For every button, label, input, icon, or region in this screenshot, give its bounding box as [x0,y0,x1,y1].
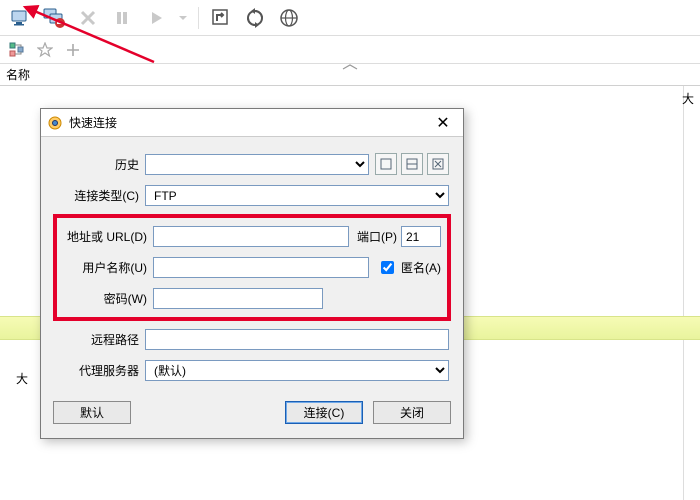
chevron-up-icon[interactable] [330,63,370,71]
history-select[interactable] [145,154,369,175]
history-btn-1[interactable] [375,153,397,175]
row-conntype: 连接类型(C) FTP [55,185,449,206]
refresh-icon[interactable] [207,4,235,32]
star-icon[interactable] [34,39,56,61]
size-label: 大 [16,370,28,387]
column-size-right: 大 [682,90,694,107]
connect-icon[interactable] [6,4,34,32]
conntype-label: 连接类型(C) [55,187,145,204]
history-label: 历史 [55,156,145,173]
username-label: 用户名称(U) [63,259,153,276]
column-header: 名称 [0,64,700,86]
toolbar-separator [198,7,199,29]
address-input[interactable] [153,226,349,247]
dialog-body: 历史 连接类型(C) FTP 地址或 URL(D) 端口(P) 用户名称(U) [41,137,463,395]
dialog-title: 快速连接 [69,114,423,131]
row-address: 地址或 URL(D) 端口(P) [63,226,441,247]
sync-icon[interactable] [241,4,269,32]
port-label: 端口(P) [349,228,401,245]
row-history: 历史 [55,153,449,175]
sub-toolbar [0,36,700,64]
remotepath-label: 远程路径 [55,331,145,348]
highlight-box: 地址或 URL(D) 端口(P) 用户名称(U) 匿名(A) 密码(W) [53,214,451,321]
close-button[interactable]: 关闭 [373,401,451,424]
connect-button[interactable]: 连接(C) [285,401,363,424]
anonymous-label: 匿名(A) [401,259,441,276]
dialog-titlebar: 快速连接 ✕ [41,109,463,137]
quick-connect-dialog: 快速连接 ✕ 历史 连接类型(C) FTP 地址或 URL(D) 端口(P) [40,108,464,439]
username-input[interactable] [153,257,369,278]
password-label: 密码(W) [63,290,153,307]
play-icon [142,4,170,32]
remotepath-input[interactable] [145,329,449,350]
history-btn-3[interactable] [427,153,449,175]
row-remotepath: 远程路径 [55,329,449,350]
row-username: 用户名称(U) 匿名(A) [63,257,441,278]
port-input[interactable] [401,226,441,247]
tree-icon[interactable] [6,39,28,61]
play-dropdown-icon [176,4,190,32]
right-pane [684,86,700,500]
row-proxy: 代理服务器 (默认) [55,360,449,381]
dialog-icon [47,115,63,131]
disconnect-icon[interactable] [40,4,68,32]
address-label: 地址或 URL(D) [63,228,153,245]
dialog-footer: 默认 连接(C) 关闭 [41,395,463,438]
row-password: 密码(W) [63,288,441,309]
conntype-select[interactable]: FTP [145,185,449,206]
proxy-label: 代理服务器 [55,362,145,379]
history-btn-2[interactable] [401,153,423,175]
main-toolbar [0,0,700,36]
password-input[interactable] [153,288,323,309]
pause-icon [108,4,136,32]
default-button[interactable]: 默认 [53,401,131,424]
plus-icon[interactable] [62,39,84,61]
cancel-icon [74,4,102,32]
globe-icon[interactable] [275,4,303,32]
proxy-select[interactable]: (默认) [145,360,449,381]
anonymous-checkbox[interactable]: 匿名(A) [377,258,441,277]
anonymous-check-input[interactable] [381,261,394,274]
close-icon[interactable]: ✕ [429,113,457,133]
